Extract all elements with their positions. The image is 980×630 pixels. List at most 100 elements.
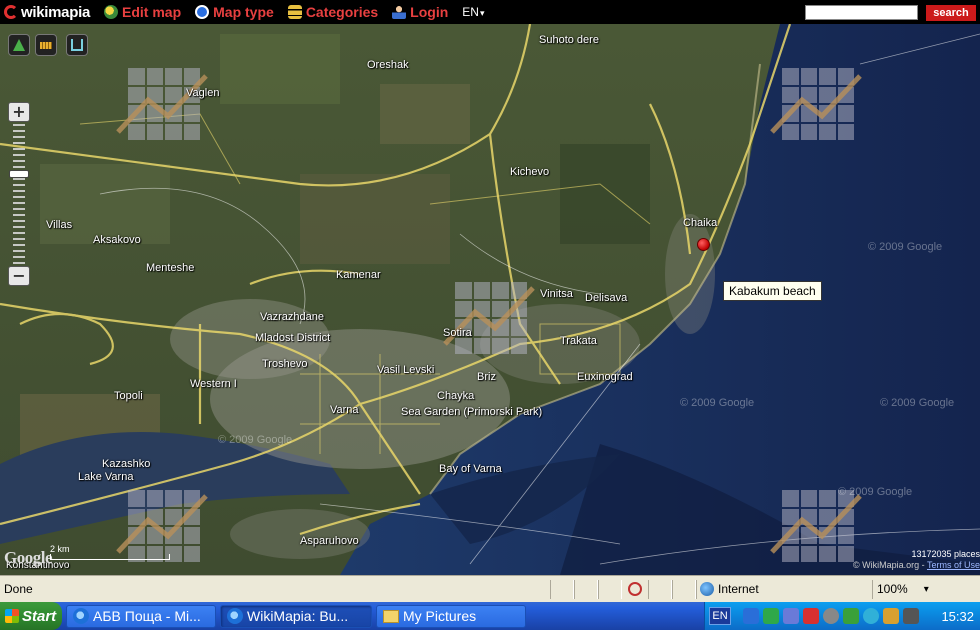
place-label[interactable]: Chaika (683, 217, 717, 229)
network-icon[interactable] (743, 608, 759, 624)
language-indicator[interactable]: EN (709, 607, 731, 625)
place-label[interactable]: Vasil Levski (377, 364, 434, 376)
tile-loading-arrow-icon (443, 286, 535, 346)
place-label[interactable]: Vazrazhdane (260, 311, 324, 323)
place-label[interactable]: Mladost District (255, 332, 330, 344)
place-label[interactable]: Trakata (560, 335, 597, 347)
map-type-button[interactable]: Map type (195, 4, 274, 20)
place-label[interactable]: Troshevo (262, 358, 307, 370)
place-label[interactable]: Western I (190, 378, 237, 390)
start-button[interactable]: Start (0, 602, 62, 630)
user-icon (392, 5, 407, 19)
ruler-icon (40, 41, 52, 49)
place-marker[interactable] (697, 238, 710, 251)
internet-explorer-icon (227, 608, 243, 624)
bed-icon (71, 39, 83, 51)
scale-label: 2 km (50, 544, 70, 554)
privacy-report-icon[interactable] (628, 582, 642, 596)
clock[interactable]: 15:32 (941, 609, 974, 624)
place-label[interactable]: Lake Varna (78, 471, 133, 483)
antivirus-icon[interactable] (803, 608, 819, 624)
add-place-icon (13, 39, 25, 51)
folder-icon (383, 609, 399, 623)
google-watermark: © 2009 Google (838, 486, 913, 498)
copyright-text: © WikiMapia.org - (853, 560, 927, 570)
zoom-control: + − (8, 102, 30, 288)
zoom-level-selector[interactable]: 100% (872, 579, 958, 599)
shield-icon[interactable] (843, 608, 859, 624)
zoom-in-button[interactable]: + (8, 102, 30, 122)
place-label[interactable]: Villas (46, 219, 72, 231)
computer-icon[interactable] (783, 608, 799, 624)
place-label[interactable]: Briz (477, 371, 496, 383)
taskbar-item-label: WikiMapia: Bu... (247, 608, 349, 624)
place-label[interactable]: Aksakovo (93, 234, 141, 246)
map-scale: 2 km (50, 544, 170, 560)
zoom-out-button[interactable]: − (8, 266, 30, 286)
place-label[interactable]: Chayka (437, 390, 474, 402)
search-input[interactable] (805, 5, 918, 20)
ruler-tool[interactable] (35, 34, 57, 56)
place-label[interactable]: Oreshak (367, 59, 409, 71)
update-icon[interactable] (823, 608, 839, 624)
taskbar-item[interactable]: АБВ Поща - Mi... (66, 604, 216, 628)
zoom-slider-thumb[interactable] (9, 170, 29, 178)
place-label[interactable]: Delisava (585, 292, 627, 304)
place-label[interactable]: Menteshe (146, 262, 194, 274)
google-watermark: © 2009 Google (218, 434, 293, 446)
add-place-tool[interactable] (8, 34, 30, 56)
wikimapia-logo-icon (4, 5, 18, 19)
categories-button[interactable]: Categories (287, 4, 378, 20)
place-label[interactable]: Vaglen (186, 87, 219, 99)
globe-edit-icon (104, 5, 118, 19)
google-watermark: © 2009 Google (880, 397, 955, 409)
place-label[interactable]: Topoli (114, 390, 143, 402)
map-type-label: Map type (213, 4, 274, 20)
place-label[interactable]: Suhoto dere (539, 34, 599, 46)
taskbar-item-label: АБВ Поща - Mi... (93, 608, 201, 624)
internet-zone-icon (700, 582, 714, 596)
place-label[interactable]: Asparuhovo (300, 535, 359, 547)
place-label[interactable]: Bay of Varna (439, 463, 502, 475)
taskbar-item[interactable]: My Pictures (376, 604, 526, 628)
internet-explorer-icon (73, 608, 89, 624)
edit-map-button[interactable]: Edit map (104, 4, 181, 20)
search-tray-icon[interactable] (863, 608, 879, 624)
safely-remove-icon[interactable] (903, 608, 919, 624)
place-label[interactable]: Kazashko (102, 458, 150, 470)
satellite-map[interactable]: © 2009 Google © 2009 Google © 2009 Googl… (0, 24, 980, 575)
status-text: Done (4, 582, 33, 596)
place-label[interactable]: Sotira (443, 327, 472, 339)
place-label[interactable]: Varna (330, 404, 359, 416)
hotel-tool[interactable] (66, 34, 88, 56)
login-label: Login (410, 4, 449, 20)
start-label: Start (22, 607, 57, 625)
language-selector[interactable]: EN (462, 5, 484, 19)
tile-loading-arrow-icon (116, 74, 208, 134)
wrench-icon[interactable] (883, 608, 899, 624)
place-tooltip: Kabakum beach (723, 281, 822, 301)
zoom-slider-track[interactable] (13, 124, 25, 266)
windows-logo-icon (5, 609, 19, 623)
wikimapia-logo[interactable]: wikimapia (4, 4, 90, 21)
wikimapia-toolbar: wikimapia Edit map Map type Categories L… (0, 0, 980, 24)
place-label[interactable]: Sea Garden (Primorski Park) (401, 406, 542, 418)
taskbar-item-active[interactable]: WikiMapia: Bu... (220, 604, 372, 628)
status-cell (598, 579, 622, 599)
terms-of-use-link[interactable]: Terms of Use (927, 560, 980, 570)
messenger-icon[interactable] (763, 608, 779, 624)
google-watermark: © 2009 Google (680, 397, 755, 409)
status-cell (672, 579, 696, 599)
place-label[interactable]: Vinitsa (540, 288, 573, 300)
status-cell (648, 579, 672, 599)
place-label[interactable]: Euxinograd (577, 371, 633, 383)
place-label[interactable]: Kichevo (510, 166, 549, 178)
tile-loading-arrow-icon (770, 494, 862, 554)
compass-icon (195, 5, 210, 19)
google-watermark: © 2009 Google (868, 241, 943, 253)
login-button[interactable]: Login (392, 4, 448, 20)
security-zone[interactable]: Internet (696, 579, 872, 599)
google-logo[interactable]: Google (4, 548, 53, 568)
place-label[interactable]: Kamenar (336, 269, 381, 281)
search-button[interactable]: search (926, 5, 976, 21)
